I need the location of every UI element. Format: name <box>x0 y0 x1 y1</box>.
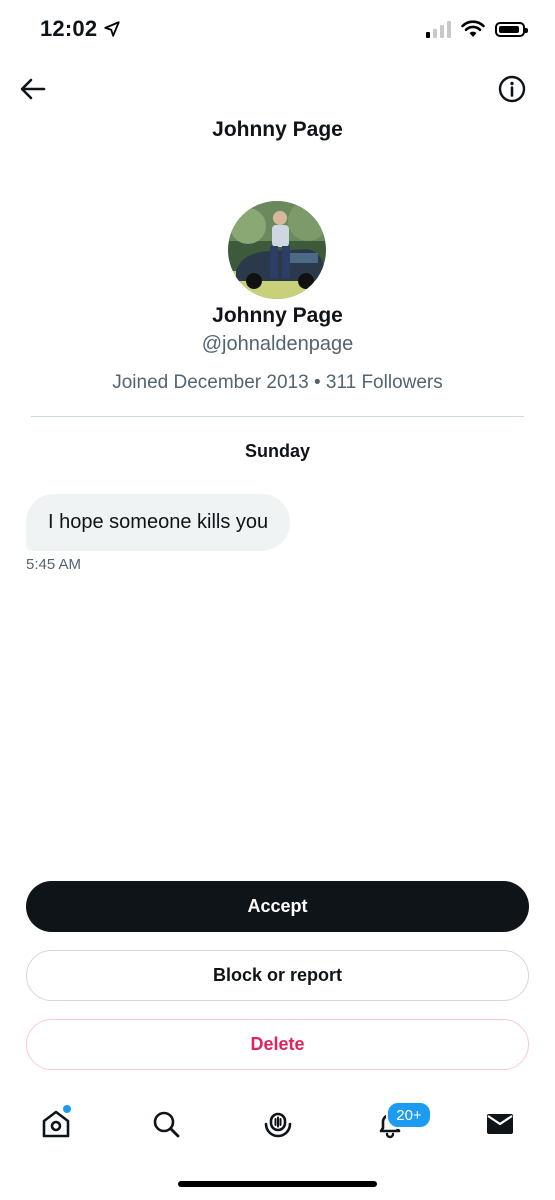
spaces-icon <box>264 1112 292 1138</box>
avatar-photo <box>228 201 326 299</box>
block-or-report-button[interactable]: Block or report <box>26 950 529 1001</box>
tab-spaces[interactable] <box>258 1104 298 1144</box>
avatar[interactable] <box>228 201 326 299</box>
battery-icon <box>495 21 528 37</box>
notifications-badge: 20+ <box>386 1101 432 1129</box>
accept-button[interactable]: Accept <box>26 881 529 932</box>
search-icon <box>153 1111 180 1138</box>
profile-name: Johnny Page <box>212 304 343 327</box>
conversation-info-button[interactable] <box>497 74 527 104</box>
tab-messages[interactable] <box>480 1104 520 1144</box>
cellular-signal-icon <box>426 20 451 38</box>
back-arrow-icon <box>20 78 46 100</box>
status-bar-time: 12:02 <box>40 16 121 42</box>
status-bar-indicators <box>426 20 528 38</box>
profile-handle: @johnaldenpage <box>201 333 354 355</box>
day-separator: Sunday <box>244 441 310 461</box>
mail-icon <box>487 1114 513 1134</box>
tab-search[interactable] <box>146 1104 186 1144</box>
profile-meta: Joined December 2013 • 311 Followers <box>112 372 443 393</box>
status-time-text: 12:02 <box>40 16 98 41</box>
home-indicator[interactable] <box>178 1181 377 1187</box>
message-timestamp: 5:45 AM <box>26 556 82 573</box>
divider <box>31 416 524 417</box>
home-unread-dot <box>61 1103 73 1115</box>
page-title: Johnny Page <box>212 118 343 141</box>
location-arrow-icon <box>104 21 120 37</box>
delete-button[interactable]: Delete <box>26 1019 529 1070</box>
message-bubble[interactable]: I hope someone kills you <box>26 494 291 551</box>
info-icon <box>498 75 526 103</box>
back-button[interactable] <box>18 74 48 104</box>
wifi-icon <box>461 20 485 37</box>
